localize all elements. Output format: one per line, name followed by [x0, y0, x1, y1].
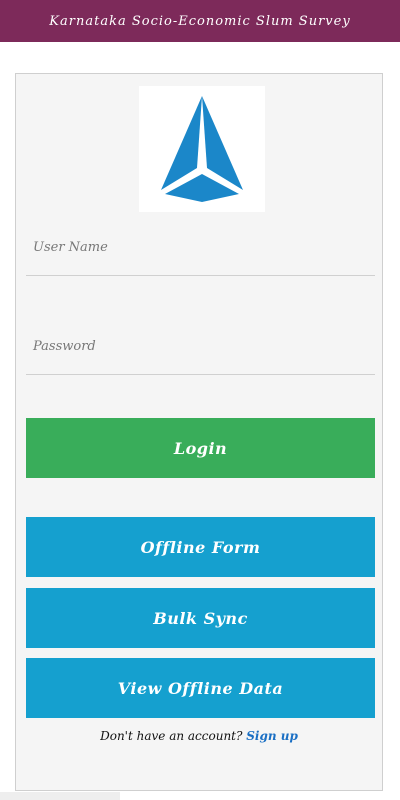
view-offline-data-button[interactable]: View Offline Data — [26, 658, 375, 718]
signup-prompt: Don't have an account? — [100, 729, 247, 743]
app-bar: Karnataka Socio-Economic Slum Survey — [0, 0, 400, 42]
offline-form-button[interactable]: Offline Form — [26, 517, 375, 577]
password-placeholder: Password — [33, 339, 96, 354]
logo-container — [139, 86, 265, 212]
app-title: Karnataka Socio-Economic Slum Survey — [49, 13, 351, 29]
triangle-logo-icon — [161, 96, 243, 202]
username-placeholder: User Name — [33, 240, 108, 255]
bottom-strip — [0, 792, 120, 800]
bulk-sync-button[interactable]: Bulk Sync — [26, 588, 375, 648]
login-button[interactable]: Login — [26, 418, 375, 478]
username-field[interactable]: User Name — [26, 232, 375, 276]
signup-link[interactable]: Sign up — [246, 729, 298, 743]
password-field[interactable]: Password — [26, 332, 375, 375]
login-card: User Name Password Login Offline Form Bu… — [15, 73, 383, 791]
signup-row: Don't have an account? Sign up — [16, 729, 382, 743]
